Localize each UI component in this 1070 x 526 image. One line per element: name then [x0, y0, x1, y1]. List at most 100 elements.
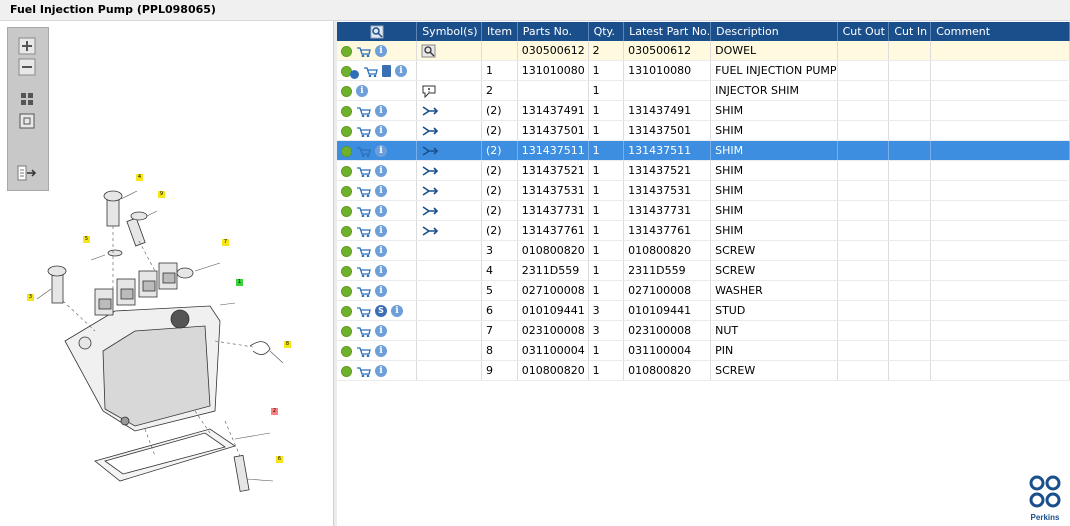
info-icon[interactable]: i — [391, 305, 403, 317]
table-row[interactable]: i (2) 131437731 1 131437731 SHIM — [337, 200, 1070, 221]
add-to-cart-icon[interactable] — [356, 346, 371, 357]
service-icon[interactable]: S — [375, 305, 387, 317]
info-icon[interactable]: i — [375, 45, 387, 57]
column-header-qty[interactable]: Qty. — [588, 22, 625, 41]
column-header-item[interactable]: Item — [481, 22, 518, 41]
callout-label[interactable]: 2 — [271, 408, 278, 415]
diagram-panel[interactable]: 4 9 5 7 3 1 8 2 6 — [0, 21, 334, 526]
add-to-cart-icon[interactable] — [356, 206, 371, 217]
table-row[interactable]: i (2) 131437521 1 131437521 SHIM — [337, 160, 1070, 181]
add-to-cart-icon[interactable] — [356, 186, 371, 197]
table-row[interactable]: i (2) 131437531 1 131437531 SHIM — [337, 180, 1070, 201]
supersession-icon[interactable] — [421, 224, 439, 238]
column-header-cut-in[interactable]: Cut In — [888, 22, 932, 41]
settings-gear-icon[interactable] — [341, 145, 352, 157]
settings-gear-icon[interactable] — [341, 125, 352, 137]
column-header-latest-part-no[interactable]: Latest Part No. — [623, 22, 712, 41]
actual-size-icon[interactable] — [18, 112, 36, 130]
settings-gear-icon[interactable] — [341, 185, 352, 197]
supersession-icon[interactable] — [421, 164, 439, 178]
info-icon[interactable]: i — [375, 205, 387, 217]
info-icon[interactable]: i — [375, 125, 387, 137]
zoom-out-icon[interactable] — [18, 58, 36, 76]
info-icon[interactable]: i — [375, 345, 387, 357]
settings-gear-icon[interactable] — [341, 165, 352, 177]
callout-label[interactable]: 4 — [136, 174, 143, 181]
supersession-icon[interactable] — [421, 144, 439, 158]
table-row[interactable]: i 4 2311D559 1 2311D559 SCREW — [337, 260, 1070, 281]
info-icon[interactable]: i — [375, 185, 387, 197]
column-header-description[interactable]: Description — [710, 22, 838, 41]
info-icon[interactable]: i — [375, 285, 387, 297]
table-row[interactable]: i 7 023100008 3 023100008 NUT — [337, 320, 1070, 341]
info-icon[interactable]: i — [375, 145, 387, 157]
column-header-comment[interactable]: Comment — [930, 22, 1070, 41]
table-row[interactable]: i 030500612 2 030500612 DOWEL — [337, 41, 1070, 61]
info-icon[interactable]: i — [375, 165, 387, 177]
assembly-icon-group[interactable] — [341, 64, 359, 79]
settings-gear-icon[interactable] — [341, 345, 352, 357]
supersession-icon[interactable] — [421, 104, 439, 118]
fit-all-icon[interactable] — [18, 90, 36, 108]
settings-gear-icon[interactable] — [341, 325, 352, 337]
settings-gear-icon[interactable] — [341, 245, 352, 257]
search-icon[interactable] — [370, 25, 384, 39]
settings-gear-icon[interactable] — [341, 45, 352, 57]
callout-label[interactable]: 5 — [83, 236, 90, 243]
column-header-cut-out[interactable]: Cut Out — [837, 22, 890, 41]
settings-gear-icon[interactable] — [341, 225, 352, 237]
supersession-icon[interactable] — [421, 184, 439, 198]
settings-gear-icon[interactable] — [341, 85, 352, 97]
callout-label[interactable]: 3 — [27, 294, 34, 301]
table-row[interactable]: i 9 010800820 1 010800820 SCREW — [337, 360, 1070, 381]
add-to-cart-icon[interactable] — [356, 246, 371, 257]
settings-gear-icon[interactable] — [341, 285, 352, 297]
book-icon[interactable] — [382, 65, 391, 77]
callout-label[interactable]: 1 — [236, 279, 243, 286]
column-header-actions[interactable] — [337, 22, 418, 41]
add-to-cart-icon[interactable] — [363, 66, 378, 77]
info-icon[interactable]: i — [375, 245, 387, 257]
callout-label[interactable]: 7 — [222, 239, 229, 246]
add-to-cart-icon[interactable] — [356, 166, 371, 177]
callout-label[interactable]: 9 — [158, 191, 165, 198]
magnifier-icon[interactable] — [421, 44, 439, 58]
add-to-cart-icon[interactable] — [356, 326, 371, 337]
info-icon[interactable]: i — [375, 265, 387, 277]
note-icon[interactable] — [421, 84, 439, 98]
add-to-cart-icon[interactable] — [356, 306, 371, 317]
column-header-symbols[interactable]: Symbol(s) — [416, 22, 482, 41]
info-icon[interactable]: i — [375, 365, 387, 377]
column-header-parts-no[interactable]: Parts No. — [517, 22, 589, 41]
callout-label[interactable]: 6 — [276, 456, 283, 463]
table-row[interactable]: i (2) 131437501 1 131437501 SHIM — [337, 120, 1070, 141]
table-row[interactable]: Si 6 010109441 3 010109441 STUD — [337, 300, 1070, 321]
add-to-cart-icon[interactable] — [356, 126, 371, 137]
table-row[interactable]: i 2 1 INJECTOR SHIM — [337, 80, 1070, 101]
zoom-in-icon[interactable] — [18, 37, 36, 55]
table-row[interactable]: i 1 131010080 1 131010080 FUEL INJECTION PUMP — [337, 60, 1070, 81]
callout-label[interactable]: 8 — [284, 341, 291, 348]
add-to-cart-icon[interactable] — [356, 366, 371, 377]
table-row[interactable]: i (2) 131437761 1 131437761 SHIM — [337, 220, 1070, 241]
add-to-cart-icon[interactable] — [356, 226, 371, 237]
add-to-cart-icon[interactable] — [356, 146, 371, 157]
info-icon[interactable]: i — [375, 225, 387, 237]
table-row[interactable]: i 8 031100004 1 031100004 PIN — [337, 340, 1070, 361]
table-row[interactable]: i 5 027100008 1 027100008 WASHER — [337, 280, 1070, 301]
info-icon[interactable]: i — [375, 325, 387, 337]
add-to-cart-icon[interactable] — [356, 266, 371, 277]
info-icon[interactable]: i — [375, 105, 387, 117]
settings-gear-icon[interactable] — [341, 265, 352, 277]
supersession-icon[interactable] — [421, 204, 439, 218]
supersession-icon[interactable] — [421, 124, 439, 138]
info-icon[interactable]: i — [395, 65, 407, 77]
table-row[interactable]: i 3 010800820 1 010800820 SCREW — [337, 240, 1070, 261]
settings-gear-icon[interactable] — [341, 365, 352, 377]
settings-gear-icon[interactable] — [341, 205, 352, 217]
settings-gear-icon[interactable] — [341, 105, 352, 117]
table-row[interactable]: i (2) 131437491 1 131437491 SHIM — [337, 100, 1070, 121]
settings-gear-icon[interactable] — [341, 305, 352, 317]
add-to-cart-icon[interactable] — [356, 286, 371, 297]
add-to-cart-icon[interactable] — [356, 106, 371, 117]
